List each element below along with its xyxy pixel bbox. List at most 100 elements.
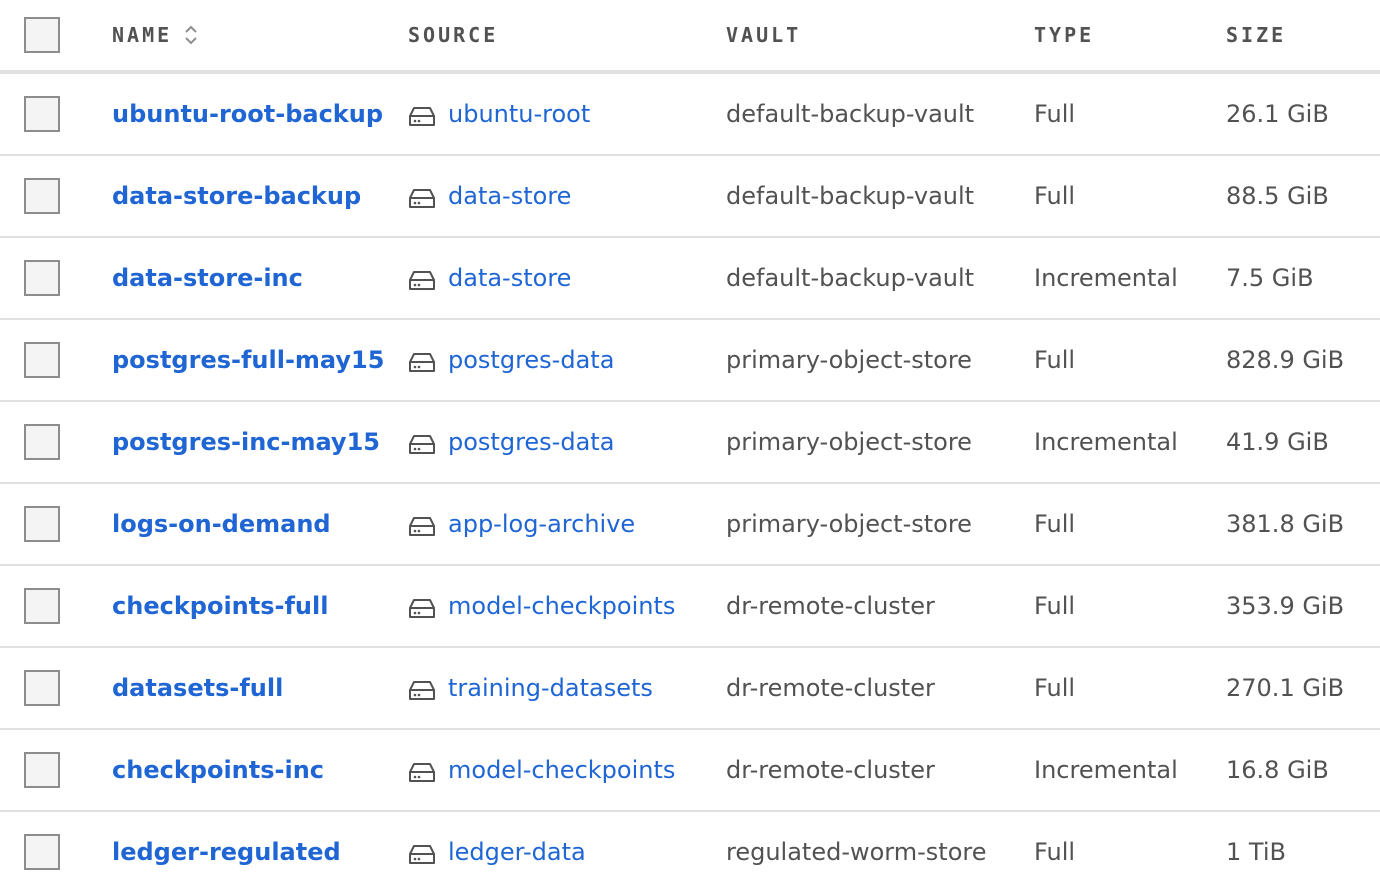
size-text: 41.9 GiB <box>1226 428 1329 456</box>
size-cell: 353.9 GiB <box>1226 566 1344 646</box>
size-cell: 41.9 GiB <box>1226 402 1329 482</box>
size-cell: 88.5 GiB <box>1226 156 1329 236</box>
type-text: Full <box>1034 100 1076 128</box>
size-text: 270.1 GiB <box>1226 674 1345 702</box>
source-link[interactable]: model-checkpoints <box>448 756 675 784</box>
row-checkbox[interactable] <box>24 178 60 214</box>
row-checkbox[interactable] <box>24 670 60 706</box>
header-name-cell[interactable]: NAME <box>112 0 198 70</box>
name-cell: ledger-regulated <box>112 812 341 890</box>
row-checkbox[interactable] <box>24 342 60 378</box>
vault-cell: default-backup-vault <box>726 74 974 154</box>
source-link[interactable]: ubuntu-root <box>448 100 590 128</box>
name-cell: ubuntu-root-backup <box>112 74 383 154</box>
type-text: Full <box>1034 182 1076 210</box>
backup-name-link[interactable]: postgres-inc-may15 <box>112 428 380 456</box>
table-row: postgres-inc-may15 postgres-data primary… <box>0 402 1380 484</box>
size-cell: 381.8 GiB <box>1226 484 1344 564</box>
type-text: Full <box>1034 838 1076 866</box>
column-header-type: TYPE <box>1034 23 1095 47</box>
row-checkbox[interactable] <box>24 834 60 870</box>
vault-text: primary-object-store <box>726 428 972 456</box>
name-cell: datasets-full <box>112 648 283 728</box>
vault-text: default-backup-vault <box>726 100 975 128</box>
select-all-checkbox[interactable] <box>24 17 60 53</box>
vault-cell: dr-remote-cluster <box>726 566 935 646</box>
header-size-cell: SIZE <box>1226 0 1286 70</box>
type-text: Full <box>1034 592 1076 620</box>
source-link[interactable]: postgres-data <box>448 428 614 456</box>
type-cell: Full <box>1034 74 1075 154</box>
size-cell: 26.1 GiB <box>1226 74 1329 154</box>
size-text: 1 TiB <box>1226 838 1286 866</box>
vault-cell: primary-object-store <box>726 402 972 482</box>
table-row: checkpoints-full model-checkpoints dr-re… <box>0 566 1380 648</box>
column-header-vault: VAULT <box>726 23 802 47</box>
table-row: data-store-backup data-store default-bac… <box>0 156 1380 238</box>
type-cell: Full <box>1034 566 1075 646</box>
backup-name-link[interactable]: datasets-full <box>112 674 283 702</box>
type-cell: Full <box>1034 484 1075 564</box>
backup-name-link[interactable]: ledger-regulated <box>112 838 341 866</box>
drive-icon <box>408 843 436 865</box>
source-link[interactable]: app-log-archive <box>448 510 635 538</box>
column-header-size: SIZE <box>1226 23 1287 47</box>
header-source-cell: SOURCE <box>408 0 498 70</box>
source-cell: postgres-data <box>408 320 614 400</box>
source-link[interactable]: data-store <box>448 264 571 292</box>
size-text: 26.1 GiB <box>1226 100 1329 128</box>
row-checkbox[interactable] <box>24 96 60 132</box>
name-cell: data-store-backup <box>112 156 361 236</box>
backup-name-link[interactable]: logs-on-demand <box>112 510 331 538</box>
size-text: 353.9 GiB <box>1226 592 1345 620</box>
backup-name-link[interactable]: checkpoints-full <box>112 592 328 620</box>
sort-icon[interactable] <box>184 24 198 46</box>
source-link[interactable]: training-datasets <box>448 674 653 702</box>
row-checkbox[interactable] <box>24 588 60 624</box>
source-link[interactable]: model-checkpoints <box>448 592 675 620</box>
name-cell: postgres-full-may15 <box>112 320 384 400</box>
type-cell: Full <box>1034 812 1075 890</box>
source-link[interactable]: data-store <box>448 182 571 210</box>
size-cell: 16.8 GiB <box>1226 730 1329 810</box>
vault-cell: dr-remote-cluster <box>726 648 935 728</box>
type-cell: Full <box>1034 156 1075 236</box>
type-text: Incremental <box>1034 264 1178 292</box>
row-checkbox-cell <box>24 730 60 810</box>
drive-icon <box>408 269 436 291</box>
type-cell: Full <box>1034 320 1075 400</box>
backup-name-link[interactable]: postgres-full-may15 <box>112 346 384 374</box>
column-header-source: SOURCE <box>408 23 499 47</box>
name-cell: data-store-inc <box>112 238 303 318</box>
size-text: 16.8 GiB <box>1226 756 1329 784</box>
row-checkbox[interactable] <box>24 424 60 460</box>
row-checkbox[interactable] <box>24 506 60 542</box>
type-cell: Incremental <box>1034 730 1178 810</box>
type-cell: Incremental <box>1034 402 1178 482</box>
drive-icon <box>408 679 436 701</box>
row-checkbox-cell <box>24 238 60 318</box>
row-checkbox-cell <box>24 566 60 646</box>
source-cell: ledger-data <box>408 812 586 890</box>
name-cell: postgres-inc-may15 <box>112 402 380 482</box>
backup-name-link[interactable]: data-store-inc <box>112 264 303 292</box>
backup-name-link[interactable]: data-store-backup <box>112 182 361 210</box>
vault-text: dr-remote-cluster <box>726 592 935 620</box>
source-link[interactable]: ledger-data <box>448 838 586 866</box>
vault-text: dr-remote-cluster <box>726 674 935 702</box>
backup-name-link[interactable]: ubuntu-root-backup <box>112 100 383 128</box>
type-text: Incremental <box>1034 756 1178 784</box>
vault-cell: regulated-worm-store <box>726 812 987 890</box>
type-cell: Incremental <box>1034 238 1178 318</box>
row-checkbox[interactable] <box>24 752 60 788</box>
source-link[interactable]: postgres-data <box>448 346 614 374</box>
size-cell: 270.1 GiB <box>1226 648 1344 728</box>
source-cell: ubuntu-root <box>408 74 590 154</box>
backups-table: NAME SOURCE VAULT TYPE SIZE ubuntu-root-… <box>0 0 1380 890</box>
vault-text: primary-object-store <box>726 346 972 374</box>
table-row: ledger-regulated ledger-data regulated-w… <box>0 812 1380 890</box>
row-checkbox-cell <box>24 648 60 728</box>
column-header-name[interactable]: NAME <box>112 23 172 47</box>
backup-name-link[interactable]: checkpoints-inc <box>112 756 324 784</box>
row-checkbox[interactable] <box>24 260 60 296</box>
